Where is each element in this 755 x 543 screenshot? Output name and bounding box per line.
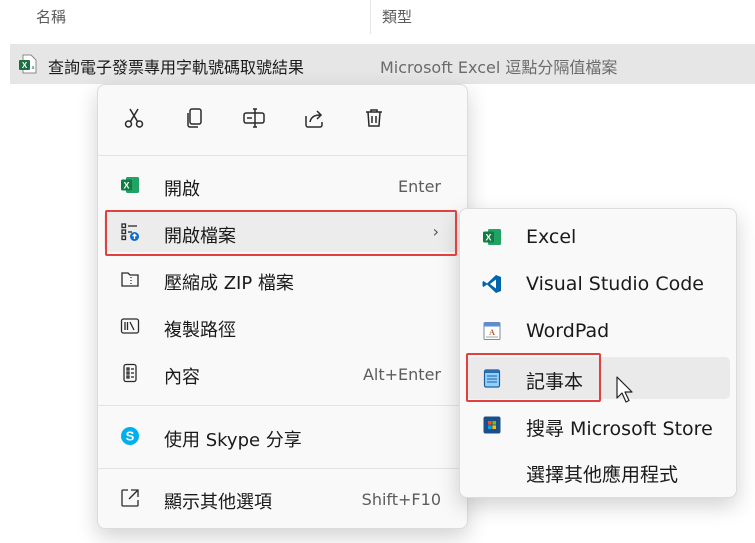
menu-item-shortcut: Shift+F10 bbox=[361, 490, 441, 509]
file-row[interactable]: X a 查詢電子發票專用字軌號碼取號結果 Microsoft Excel 逗點分… bbox=[10, 44, 755, 84]
svg-text:a: a bbox=[32, 65, 35, 71]
copy-path-icon bbox=[120, 316, 140, 336]
more-options-icon bbox=[120, 488, 140, 508]
menu-divider bbox=[98, 468, 467, 469]
skype-icon: S bbox=[120, 426, 140, 446]
zip-icon bbox=[120, 269, 140, 289]
context-menu: X 開啟 Enter 開啟檔案 › 壓縮成 ZIP 檔案 複製路徑 內容 Alt… bbox=[97, 84, 468, 529]
rename-button[interactable] bbox=[239, 105, 269, 135]
svg-text:S: S bbox=[126, 429, 135, 444]
submenu-item-label: 選擇其他應用程式 bbox=[526, 464, 679, 486]
menu-item-label: 使用 Skype 分享 bbox=[164, 430, 302, 451]
file-type: Microsoft Excel 逗點分隔值檔案 bbox=[380, 58, 618, 77]
menu-item-copy-path[interactable]: 複製路徑 bbox=[104, 306, 461, 346]
highlight-open-with bbox=[105, 210, 457, 256]
delete-icon bbox=[362, 106, 386, 134]
share-icon bbox=[302, 106, 326, 134]
cut-button[interactable] bbox=[119, 105, 149, 135]
column-separator[interactable] bbox=[370, 0, 371, 34]
context-toolbar bbox=[98, 85, 467, 155]
menu-item-more-options[interactable]: 顯示其他選項 Shift+F10 bbox=[104, 478, 461, 518]
submenu-item-choose-other[interactable]: 選擇其他應用程式 bbox=[466, 450, 730, 492]
submenu-item-label: 搜尋 Microsoft Store bbox=[526, 418, 713, 440]
submenu-item-store[interactable]: 搜尋 Microsoft Store bbox=[466, 404, 730, 446]
menu-divider bbox=[98, 405, 467, 406]
sort-caret-icon: ˄ bbox=[190, 0, 195, 7]
highlight-notepad bbox=[466, 353, 601, 402]
delete-button[interactable] bbox=[359, 105, 389, 135]
menu-item-label: 複製路徑 bbox=[164, 320, 236, 341]
menu-item-compress-zip[interactable]: 壓縮成 ZIP 檔案 bbox=[104, 259, 461, 299]
menu-item-label: 開啟 bbox=[164, 179, 200, 200]
excel-icon: X bbox=[482, 227, 502, 247]
store-icon bbox=[482, 415, 502, 435]
copy-button[interactable] bbox=[179, 105, 209, 135]
submenu-item-label: WordPad bbox=[526, 320, 610, 342]
menu-item-open[interactable]: X 開啟 Enter bbox=[104, 165, 461, 205]
properties-icon bbox=[120, 363, 140, 383]
submenu-item-label: Visual Studio Code bbox=[526, 273, 704, 295]
cut-icon bbox=[122, 106, 146, 134]
menu-item-label: 壓縮成 ZIP 檔案 bbox=[164, 273, 294, 294]
menu-item-label: 顯示其他選項 bbox=[164, 492, 272, 513]
svg-text:X: X bbox=[123, 180, 129, 190]
menu-item-share-skype[interactable]: S 使用 Skype 分享 bbox=[104, 416, 461, 456]
submenu-item-wordpad[interactable]: A WordPad bbox=[466, 310, 730, 352]
submenu-item-excel[interactable]: X Excel bbox=[466, 216, 730, 258]
file-name: 查詢電子發票專用字軌號碼取號結果 bbox=[48, 58, 305, 77]
column-header-name[interactable]: 名稱 bbox=[36, 6, 66, 40]
submenu-item-vscode[interactable]: Visual Studio Code bbox=[466, 263, 730, 305]
menu-divider bbox=[98, 155, 467, 156]
mouse-cursor-icon bbox=[616, 376, 636, 406]
column-header-type[interactable]: 類型 bbox=[382, 6, 412, 40]
menu-item-shortcut: Alt+Enter bbox=[362, 365, 441, 384]
svg-text:A: A bbox=[489, 328, 495, 337]
rename-icon bbox=[242, 106, 266, 134]
share-button[interactable] bbox=[299, 105, 329, 135]
copy-icon bbox=[182, 106, 206, 134]
wordpad-icon: A bbox=[482, 321, 502, 341]
menu-item-properties[interactable]: 內容 Alt+Enter bbox=[104, 353, 461, 393]
svg-text:X: X bbox=[22, 61, 28, 70]
excel-csv-icon: X a bbox=[18, 54, 38, 74]
submenu-item-label: Excel bbox=[526, 226, 577, 248]
svg-text:X: X bbox=[485, 232, 491, 242]
vscode-icon bbox=[482, 274, 502, 294]
menu-item-label: 內容 bbox=[164, 367, 200, 388]
excel-icon: X bbox=[120, 175, 140, 195]
menu-item-shortcut: Enter bbox=[398, 177, 441, 196]
